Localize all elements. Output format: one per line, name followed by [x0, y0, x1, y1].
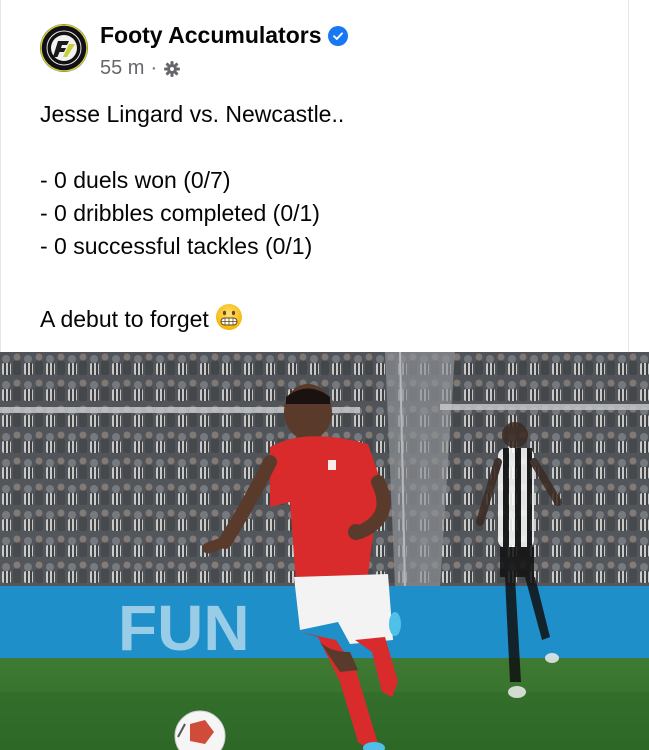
footy-accumulators-logo-icon: [40, 24, 88, 72]
post-photo[interactable]: FUN: [0, 352, 649, 750]
card-left-border: [0, 0, 1, 352]
meta-separator: ·: [150, 57, 158, 79]
page-name[interactable]: Footy Accumulators: [100, 22, 322, 49]
match-photo: FUN: [0, 352, 649, 750]
post-line-stat: - 0 successful tackles (0/1): [40, 233, 313, 259]
card-right-border: [628, 0, 629, 352]
verified-badge-icon: [327, 25, 348, 46]
post-card: Footy Accumulators 55 m · Jesse Lingard …: [0, 0, 649, 352]
gear-icon[interactable]: [163, 60, 181, 78]
grimacing-face-icon: [215, 303, 243, 340]
ad-board-text: FUN: [118, 592, 250, 664]
page-name-link[interactable]: Footy Accumulators: [100, 22, 348, 49]
page-avatar[interactable]: [40, 24, 88, 72]
post-line-stat: - 0 duels won (0/7): [40, 167, 231, 193]
post-line-intro: Jesse Lingard vs. Newcastle..: [40, 101, 345, 127]
post-line-stat: - 0 dribbles completed (0/1): [40, 200, 320, 226]
post-line-outro: A debut to forget: [40, 303, 600, 340]
post-meta: 55 m ·: [100, 57, 181, 80]
post-text: Jesse Lingard vs. Newcastle.. - 0 duels …: [40, 98, 600, 340]
post-timestamp[interactable]: 55 m: [100, 57, 144, 80]
post-line-outro-text: A debut to forget: [40, 306, 209, 332]
